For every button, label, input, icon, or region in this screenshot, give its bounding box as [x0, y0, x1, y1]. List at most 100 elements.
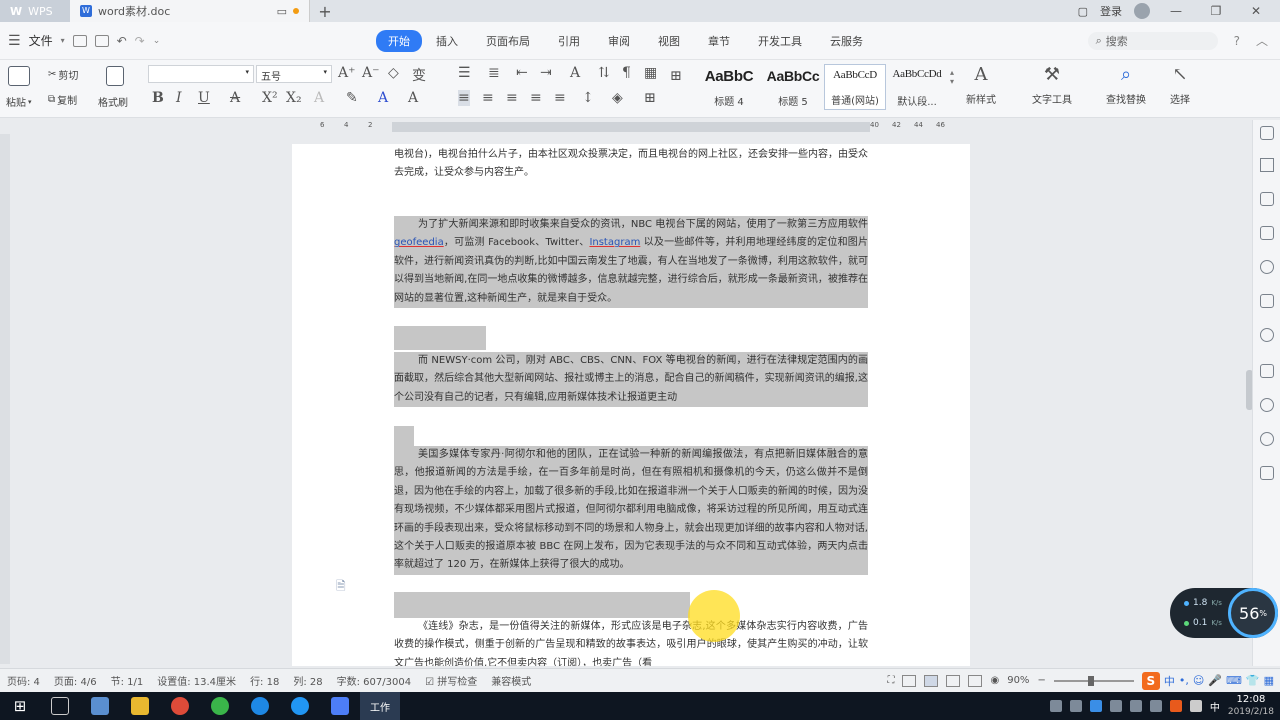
decrease-indent-icon[interactable]: ⇤: [516, 65, 528, 81]
window-layout-icon[interactable]: ▢: [1078, 5, 1088, 18]
login-link[interactable]: 登录: [1100, 3, 1122, 19]
distributed-icon[interactable]: ≡: [554, 90, 566, 106]
network-speed-widget[interactable]: 1.8 K/s 0.1 K/s 56%: [1170, 588, 1278, 638]
borders-icon[interactable]: ▦: [644, 65, 657, 81]
tray-icon[interactable]: [1069, 700, 1082, 712]
backup-icon[interactable]: [1260, 466, 1274, 480]
document-page[interactable]: 电视台)，电视台拍什么片子，由本社区观众投票决定，而且电视台的网上社区，还会安排…: [292, 144, 970, 666]
menu-icon[interactable]: ☰: [8, 33, 21, 49]
ime-tools-icon[interactable]: ▦: [1264, 674, 1274, 687]
paragraph-wired[interactable]: 《连线》杂志，是一份值得关注的新媒体，形式应该是电子杂志,这个多媒体杂志实行内容…: [394, 618, 868, 666]
help-button[interactable]: ?: [1234, 34, 1240, 48]
ime-punctuation-icon[interactable]: •,: [1179, 674, 1189, 687]
text-tools-button[interactable]: ⚒ 文字工具: [1032, 64, 1072, 106]
align-left-icon[interactable]: ≡: [458, 90, 470, 106]
style-heading-4[interactable]: AaBbC 标题 4: [698, 64, 760, 110]
underline-icon[interactable]: U: [198, 90, 210, 106]
ime-voice-icon[interactable]: 🎤: [1208, 674, 1222, 687]
view-web-icon[interactable]: [968, 674, 983, 687]
instagram-link[interactable]: Instagram: [589, 237, 640, 248]
sidebar-collapse-icon[interactable]: [1260, 126, 1274, 140]
tab-view[interactable]: 视图: [644, 30, 694, 52]
line-spacing-icon[interactable]: ↕: [582, 90, 594, 106]
paste-icon[interactable]: [8, 66, 30, 86]
view-page-icon[interactable]: [924, 674, 939, 687]
ime-tray-label[interactable]: 中: [1210, 699, 1220, 714]
style-normal-web[interactable]: AaBbCcD 普通(网站): [824, 64, 886, 110]
copy-button[interactable]: ⧉ 复制: [48, 92, 77, 107]
bold-icon[interactable]: B: [152, 90, 164, 106]
history-icon[interactable]: [1260, 398, 1274, 412]
tab-developer[interactable]: 开发工具: [744, 30, 816, 52]
increase-indent-icon[interactable]: ⇥: [540, 65, 552, 81]
paragraph-archer-selected[interactable]: 美国多媒体专家丹·阿彻尔和他的团队，正在试验一种新的新闻编报做法，有点把新旧媒体…: [394, 446, 868, 575]
strikethrough-icon[interactable]: A: [230, 90, 240, 106]
sogou-ime-icon[interactable]: S: [1141, 671, 1160, 690]
table-borders-icon[interactable]: ⊞: [644, 90, 656, 106]
highlight-icon[interactable]: ✎: [346, 90, 358, 106]
tab-cloud[interactable]: 云服务: [816, 30, 877, 52]
shading-icon[interactable]: ◈: [612, 90, 623, 106]
paragraph-newsy-selected[interactable]: 而 NEWSY·com 公司，刚对 ABC、CBS、CNN、FOX 等电视台的新…: [394, 352, 868, 408]
avatar[interactable]: [1134, 3, 1150, 19]
tray-sogou-icon[interactable]: [1169, 700, 1182, 712]
comment-icon[interactable]: ▭: [277, 5, 287, 18]
ime-keyboard-icon[interactable]: ⌨: [1226, 674, 1242, 687]
share-icon[interactable]: [1260, 328, 1274, 342]
close-button[interactable]: ✕: [1242, 4, 1270, 18]
status-row[interactable]: 行: 18: [243, 673, 286, 688]
eye-mode-icon[interactable]: ◉: [990, 675, 999, 686]
taskbar-wps-office[interactable]: [320, 692, 360, 720]
tray-icon[interactable]: [1149, 700, 1162, 712]
bullets-icon[interactable]: ☰: [458, 65, 471, 81]
taskbar-task-view[interactable]: [40, 692, 80, 720]
align-right-icon[interactable]: ≡: [506, 90, 518, 106]
clipboard-icon[interactable]: [1260, 260, 1274, 274]
styles-scroll-icon[interactable]: ▴ ▾: [950, 68, 954, 86]
zoom-slider-knob[interactable]: [1087, 675, 1094, 686]
status-setting-value[interactable]: 设置值: 13.4厘米: [150, 673, 243, 688]
shrink-font-icon[interactable]: A⁻: [362, 65, 380, 81]
tray-icon[interactable]: [1049, 700, 1062, 712]
shapes-icon[interactable]: [1260, 226, 1274, 240]
star-icon[interactable]: [1260, 294, 1274, 308]
maximize-button[interactable]: ❐: [1202, 4, 1230, 18]
view-outline-icon[interactable]: [946, 674, 961, 687]
zoom-value[interactable]: 90%: [1007, 675, 1029, 686]
phonetic-icon[interactable]: 变: [412, 65, 426, 85]
file-menu[interactable]: 文件: [29, 32, 53, 49]
tab-section[interactable]: 章节: [694, 30, 744, 52]
tab-review[interactable]: 审阅: [594, 30, 644, 52]
tray-shield-icon[interactable]: [1089, 700, 1102, 712]
taskbar-explorer[interactable]: [120, 692, 160, 720]
show-marks-icon[interactable]: ¶: [622, 65, 631, 81]
text-effect-icon[interactable]: A: [314, 90, 324, 106]
align-center-icon[interactable]: ≡: [482, 90, 494, 106]
system-clock[interactable]: 12:08 2019/2/18: [1228, 694, 1274, 718]
tray-icon[interactable]: [1109, 700, 1122, 712]
chinese-layout-icon[interactable]: A: [570, 65, 580, 81]
spell-check-button[interactable]: ☑ 拼写检查: [418, 673, 484, 688]
save-icon[interactable]: [72, 34, 87, 47]
paragraph-continued[interactable]: 电视台)，电视台拍什么片子，由本社区观众投票决定，而且电视台的网上社区，还会安排…: [394, 146, 868, 183]
format-painter-icon[interactable]: [106, 66, 124, 86]
ime-emoji-icon[interactable]: ☺: [1193, 674, 1204, 687]
char-shading-icon[interactable]: A: [408, 90, 418, 106]
edit-icon[interactable]: [1260, 158, 1274, 172]
minimize-button[interactable]: —: [1162, 4, 1190, 18]
print-icon[interactable]: [94, 34, 109, 47]
taskbar-qq-browser[interactable]: [280, 692, 320, 720]
mail-icon[interactable]: [1260, 364, 1274, 378]
ime-skin-icon[interactable]: 👕: [1246, 674, 1260, 687]
tray-icon[interactable]: [1129, 700, 1142, 712]
view-reading-icon[interactable]: [902, 674, 917, 687]
status-column[interactable]: 列: 28: [286, 673, 329, 688]
select-object-icon[interactable]: [1260, 192, 1274, 206]
status-section[interactable]: 节: 1/1: [104, 673, 151, 688]
status-page-number[interactable]: 页码: 4: [0, 673, 47, 688]
taskbar-notepad[interactable]: [80, 692, 120, 720]
redo-icon[interactable]: ↷: [135, 34, 145, 48]
status-word-count[interactable]: 字数: 607/3004: [330, 673, 418, 688]
status-page[interactable]: 页面: 4/6: [47, 673, 104, 688]
find-replace-button[interactable]: ⌕ 查找替换: [1106, 64, 1146, 106]
